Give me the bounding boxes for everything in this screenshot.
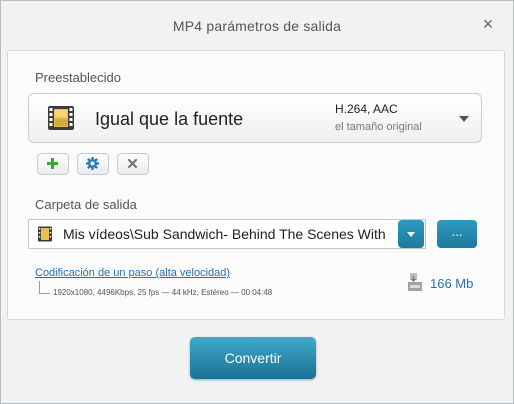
convert-button[interactable]: Convertir	[190, 337, 316, 379]
disk-icon	[408, 273, 422, 291]
close-icon	[127, 158, 138, 169]
tree-connector	[39, 281, 50, 294]
preset-section-label: Preestablecido	[35, 70, 121, 85]
title-bar: MP4 parámetros de salida ×	[1, 1, 513, 49]
preset-dropdown[interactable]: Igual que la fuente H.264, AAC el tamaño…	[28, 93, 482, 143]
folder-history-dropdown[interactable]	[398, 220, 424, 248]
chevron-down-icon	[407, 232, 415, 237]
estimated-size-value: 166 Mb	[430, 276, 474, 291]
add-preset-button[interactable]	[37, 153, 69, 175]
encoding-mode-link[interactable]: Codificación de un paso (alta velocidad)	[35, 267, 230, 279]
browse-folder-button[interactable]: ...	[437, 220, 477, 248]
chevron-down-icon[interactable]	[457, 112, 471, 126]
output-folder-label: Carpeta de salida	[35, 197, 137, 212]
output-settings-dialog: MP4 parámetros de salida × Preestablecid…	[0, 0, 514, 404]
dialog-title: MP4 parámetros de salida	[172, 18, 342, 34]
close-icon[interactable]: ×	[479, 15, 497, 33]
video-file-icon	[38, 226, 52, 242]
preset-name: Igual que la fuente	[95, 109, 244, 129]
plus-icon	[47, 158, 58, 169]
film-icon	[48, 106, 74, 130]
output-folder-path: Mis vídeos\Sub Sandwich- Behind The Scen…	[63, 226, 386, 242]
output-folder-field[interactable]: Mis vídeos\Sub Sandwich- Behind The Scen…	[28, 219, 426, 249]
preset-codec: H.264, AAC	[335, 102, 398, 116]
encoding-details: 1920x1080, 4496Kbps, 25 fps — 44 kHz, Es…	[53, 288, 273, 297]
settings-panel: Preestablecido Igual que la fuente H.264…	[7, 50, 505, 320]
preset-size-mode: el tamaño original	[335, 121, 422, 133]
gear-icon	[86, 157, 99, 170]
settings-preset-button[interactable]	[77, 153, 109, 175]
delete-preset-button[interactable]	[117, 153, 149, 175]
